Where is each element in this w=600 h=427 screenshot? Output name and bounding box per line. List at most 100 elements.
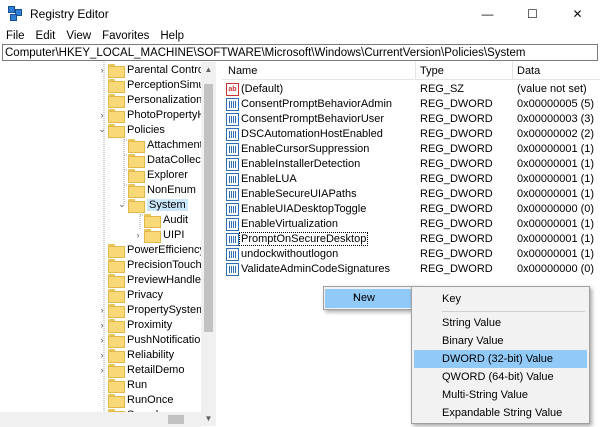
value-row[interactable]: ab (Default) REG_SZ (value not set) (222, 82, 600, 97)
tree-item[interactable]: PowerEfficiency (96, 242, 205, 258)
tree-item[interactable]: NonEnum (116, 182, 196, 198)
value-row[interactable]: EnableSecureUIAPaths REG_DWORD 0x00000001 … (222, 187, 600, 202)
window-title: Registry Editor (30, 6, 109, 21)
tree-item[interactable]: Privacy (96, 287, 163, 303)
new-binary-value-item[interactable]: Binary Value (414, 332, 587, 350)
column-name-header[interactable]: Name (228, 65, 257, 77)
folder-icon (108, 258, 125, 273)
value-data: 0x00000001 (1) (517, 218, 595, 230)
folder-icon (108, 108, 125, 123)
tree-item[interactable]: RunOnce (96, 392, 173, 408)
new-dword-value-item[interactable]: DWORD (32-bit) Value (414, 350, 587, 368)
column-type-header[interactable]: Type (420, 65, 444, 77)
new-expandable-string-value-item[interactable]: Expandable String Value (414, 404, 587, 422)
tree-item[interactable]: Attachments (116, 137, 209, 153)
collapse-arrow-icon[interactable]: ⌄ (116, 199, 128, 210)
value-row[interactable]: EnableCursorSuppression REG_DWORD 0x000000… (222, 142, 600, 157)
expand-arrow-icon[interactable]: › (96, 305, 108, 315)
tree-item[interactable]: PreviewHandlers (96, 272, 210, 288)
folder-icon (144, 228, 161, 243)
new-key-item[interactable]: Key (414, 290, 587, 308)
tree-item[interactable]: PerceptionSimu (96, 77, 205, 93)
tree-item[interactable]: › UIPI (132, 227, 184, 243)
folder-icon (108, 93, 125, 108)
key-tree[interactable]: › Parental Control PerceptionSimu Personali… (0, 62, 216, 412)
menu-edit[interactable]: Edit (30, 30, 61, 42)
value-type: REG_DWORD (420, 143, 493, 155)
tree-item[interactable]: Explorer (116, 167, 188, 183)
value-row[interactable]: DSCAutomationHostEnabled REG_DWORD 0x00000… (222, 127, 600, 142)
tree-item-label: System (147, 198, 188, 211)
value-row[interactable]: PromptOnSecureDesktop REG_DWORD 0x00000001… (222, 232, 600, 247)
value-type: REG_DWORD (420, 203, 493, 215)
menu-file[interactable]: File (0, 30, 30, 42)
value-row[interactable]: EnableVirtualization REG_DWORD 0x00000001 … (222, 217, 600, 232)
menu-view[interactable]: View (60, 30, 96, 42)
value-row[interactable]: EnableLUA REG_DWORD 0x00000001 (1) (222, 172, 600, 187)
scroll-down-icon[interactable]: ▼ (201, 411, 216, 426)
value-data: 0x00000001 (1) (517, 143, 595, 155)
tree-item[interactable]: DataCollectio (116, 152, 212, 168)
tree-item-label: PrecisionTouchP (127, 258, 209, 271)
tree-item[interactable]: PrecisionTouchP (96, 257, 209, 273)
tree-item[interactable]: Personalization (96, 92, 202, 108)
tree-item-label: Attachments (147, 138, 209, 151)
tree-item[interactable]: › RetailDemo (96, 362, 184, 378)
tree-item[interactable]: ⌄ Policies (96, 122, 165, 138)
expand-arrow-icon[interactable]: › (96, 335, 108, 345)
value-name: EnableSecureUIAPaths (241, 188, 357, 200)
tree-item[interactable]: › Parental Control (96, 62, 207, 78)
registry-editor-icon (8, 5, 24, 22)
value-row[interactable]: EnableInstallerDetection REG_DWORD 0x00000… (222, 157, 600, 172)
tree-item[interactable]: › PropertySystem (96, 302, 205, 318)
folder-icon (108, 303, 125, 318)
hscroll-thumb[interactable] (168, 415, 184, 424)
expand-arrow-icon[interactable]: › (132, 230, 144, 240)
dword-value-icon (226, 248, 239, 261)
value-row[interactable]: ConsentPromptBehaviorAdmin REG_DWORD 0x000… (222, 97, 600, 112)
tree-item[interactable]: ⌄ System (116, 197, 188, 213)
expand-arrow-icon[interactable]: › (96, 320, 108, 330)
scroll-thumb[interactable] (204, 84, 213, 332)
collapse-arrow-icon[interactable]: ⌄ (96, 124, 108, 135)
tree-vertical-scrollbar[interactable]: ▲ ▼ (201, 62, 216, 426)
tree-item[interactable]: Run (96, 377, 147, 393)
value-row[interactable]: ConsentPromptBehaviorUser REG_DWORD 0x0000… (222, 112, 600, 127)
new-multi-string-value-item[interactable]: Multi-String Value (414, 386, 587, 404)
maximize-button[interactable]: ☐ (510, 0, 555, 27)
tree-item[interactable]: › Proximity (96, 317, 172, 333)
value-row[interactable]: EnableUIADesktopToggle REG_DWORD 0x0000000… (222, 202, 600, 217)
expand-arrow-icon[interactable]: › (96, 350, 108, 360)
value-row[interactable]: undockwithoutlogon REG_DWORD 0x00000001 (1… (222, 247, 600, 262)
menu-separator (442, 311, 585, 312)
folder-icon (128, 153, 145, 168)
column-data-header[interactable]: Data (517, 65, 540, 77)
address-bar[interactable]: Computer\HKEY_LOCAL_MACHINE\SOFTWARE\Mic… (2, 44, 598, 61)
scroll-up-icon[interactable]: ▲ (201, 62, 216, 77)
list-header: Name Type Data (222, 62, 600, 80)
tree-horizontal-scrollbar[interactable] (0, 412, 201, 427)
menu-help[interactable]: Help (154, 30, 189, 42)
new-qword-value-item[interactable]: QWORD (64-bit) Value (414, 368, 587, 386)
tree-item[interactable]: Audit (132, 212, 188, 228)
tree-item[interactable]: › Reliability (96, 347, 174, 363)
value-type: REG_DWORD (420, 218, 493, 230)
dword-value-icon (226, 143, 239, 156)
minimize-button[interactable]: — (465, 0, 510, 27)
value-data: 0x00000001 (1) (517, 188, 595, 200)
new-string-value-item[interactable]: String Value (414, 314, 587, 332)
tree-item[interactable]: › PushNotification (96, 332, 207, 348)
expand-arrow-icon[interactable]: › (96, 65, 108, 75)
value-row[interactable]: ValidateAdminCodeSignatures REG_DWORD 0x00… (222, 262, 600, 277)
close-button[interactable]: ✕ (555, 0, 600, 27)
submenu-arrow-icon: › (353, 291, 356, 301)
expand-arrow-icon[interactable]: › (96, 365, 108, 375)
folder-icon (108, 78, 125, 93)
dword-value-icon (226, 218, 239, 231)
value-data: 0x00000001 (1) (517, 173, 595, 185)
folder-icon (108, 393, 125, 408)
expand-arrow-icon[interactable]: › (96, 110, 108, 120)
menu-favorites[interactable]: Favorites (96, 30, 154, 42)
tree-item[interactable]: › PhotoPropertyH (96, 107, 205, 123)
context-menu-new[interactable]: New › (325, 289, 413, 308)
